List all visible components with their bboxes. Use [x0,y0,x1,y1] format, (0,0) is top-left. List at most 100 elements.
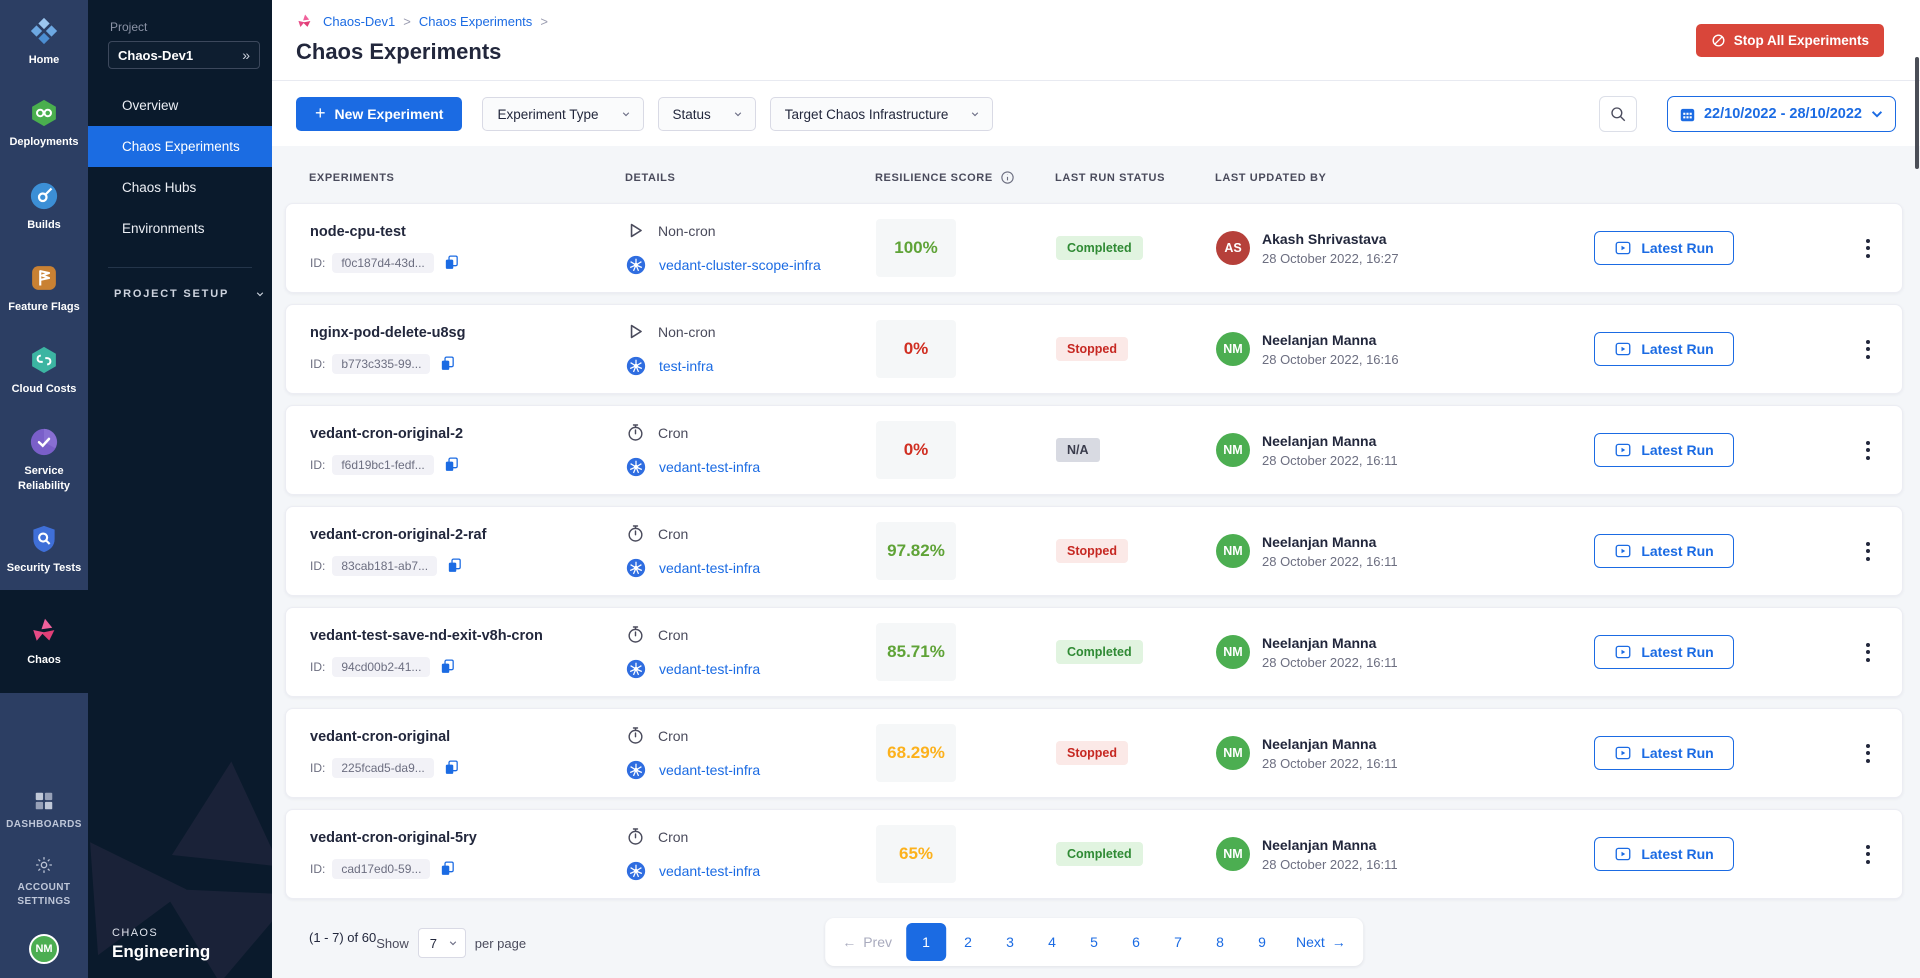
latest-run-button[interactable]: Latest Run [1594,736,1734,770]
sidebar-item-label: ACCOUNT SETTINGS [2,881,86,908]
details-cell: Non-cron test-infra [626,322,876,376]
kebab-menu-icon[interactable] [1860,637,1876,668]
sidebar-item-chaos[interactable]: Chaos [0,590,88,692]
copy-icon[interactable] [439,355,456,372]
page-button-3[interactable]: 3 [990,923,1030,961]
sidebar-item-security-tests[interactable]: Security Tests [0,508,88,590]
page-button-4[interactable]: 4 [1032,923,1072,961]
copy-icon[interactable] [439,860,456,877]
sidebar-item-label: Home [29,53,60,67]
date-range-picker[interactable]: 22/10/2022 - 28/10/2022 [1667,96,1896,132]
stop-all-experiments-button[interactable]: Stop All Experiments [1696,24,1884,57]
new-experiment-button[interactable]: + New Experiment [296,97,462,131]
chaos-icon [29,616,59,646]
project-setup-label: PROJECT SETUP [114,288,229,300]
breadcrumb-page[interactable]: Chaos Experiments [419,14,532,29]
page-button-1[interactable]: 1 [906,923,946,961]
sidebar-item-feature-flags[interactable]: Feature Flags [0,247,88,329]
sidebar-item-home[interactable]: Home [0,0,88,82]
copy-icon[interactable] [446,557,463,574]
experiment-name[interactable]: vedant-cron-original [310,729,626,745]
filter-experiment-type[interactable]: Experiment Type [482,97,643,131]
page-button-5[interactable]: 5 [1074,923,1114,961]
nav-item-chaos-hubs[interactable]: Chaos Hubs [88,167,272,208]
page-size-select[interactable]: 7 [418,928,466,958]
kebab-menu-icon[interactable] [1860,233,1876,264]
copy-icon[interactable] [443,759,460,776]
experiment-name[interactable]: vedant-cron-original-2-raf [310,527,626,543]
experiments-list-area: EXPERIMENTS DETAILS RESILIENCE SCORE LAS… [272,146,1920,978]
kebab-menu-icon[interactable] [1860,536,1876,567]
experiment-name[interactable]: vedant-cron-original-2 [310,426,626,442]
infrastructure-link[interactable]: vedant-test-infra [659,863,760,879]
updated-at-timestamp: 28 October 2022, 16:11 [1262,756,1398,771]
table-row: nginx-pod-delete-u8sg ID: b773c335-99...… [285,304,1903,394]
page-button-8[interactable]: 8 [1200,923,1240,961]
experiment-name[interactable]: vedant-cron-original-5ry [310,830,626,846]
updated-by-cell: NM Neelanjan Manna 28 October 2022, 16:1… [1216,332,1594,367]
nav-item-chaos-experiments[interactable]: Chaos Experiments [88,126,272,167]
info-icon[interactable] [1000,170,1015,185]
kebab-menu-icon[interactable] [1860,334,1876,365]
experiment-name[interactable]: vedant-test-save-nd-exit-v8h-cron [310,628,626,644]
sidebar-item-service-reliability[interactable]: Service Reliability [0,411,88,508]
infrastructure-link[interactable]: vedant-test-infra [659,762,760,778]
sidebar-item-builds[interactable]: Builds [0,165,88,247]
nav-item-environments[interactable]: Environments [88,208,272,249]
last-run-status-badge: Completed [1056,842,1143,866]
sidebar-item-deployments[interactable]: Deployments [0,82,88,164]
last-run-status-badge: Completed [1056,236,1143,260]
experiment-name[interactable]: nginx-pod-delete-u8sg [310,325,626,341]
expand-project-icon[interactable]: » [242,47,250,63]
page-button-7[interactable]: 7 [1158,923,1198,961]
infrastructure-link[interactable]: vedant-test-infra [659,459,760,475]
user-avatar[interactable]: NM [29,934,59,964]
nav-item-overview[interactable]: Overview [88,85,272,126]
experiment-id-value: 225fcad5-da9... [332,758,433,778]
resilience-score-cell: 85.71% [876,623,1056,681]
latest-run-button[interactable]: Latest Run [1594,635,1734,669]
latest-run-button[interactable]: Latest Run [1594,837,1734,871]
copy-icon[interactable] [443,254,460,271]
latest-run-button[interactable]: Latest Run [1594,433,1734,467]
resilience-score-cell: 97.82% [876,522,1056,580]
sidebar-item-cloud-costs[interactable]: Cloud Costs [0,329,88,411]
page-button-9[interactable]: 9 [1242,923,1282,961]
kebab-menu-icon[interactable] [1860,435,1876,466]
pagination-bar: (1 - 7) of 60 ← Prev 123456789 Next → Sh… [285,916,1903,978]
prev-page-button[interactable]: ← Prev [830,923,904,961]
page-button-6[interactable]: 6 [1116,923,1156,961]
project-setup-toggle[interactable]: PROJECT SETUP [88,268,272,300]
infrastructure-link[interactable]: test-infra [659,358,713,374]
latest-run-button[interactable]: Latest Run [1594,231,1734,265]
updated-at-timestamp: 28 October 2022, 16:11 [1262,857,1398,872]
resilience-score-box: 65% [876,825,956,883]
infrastructure-link[interactable]: vedant-test-infra [659,661,760,677]
sidebar-item-account-settings[interactable]: ACCOUNT SETTINGS [0,843,88,920]
sidebar-item-dashboards[interactable]: DASHBOARDS [4,778,84,844]
search-button[interactable] [1599,96,1637,132]
filter-status[interactable]: Status [658,97,756,131]
updated-by-cell: NM Neelanjan Manna 28 October 2022, 16:1… [1216,635,1594,670]
experiment-id-label: ID: [310,357,325,371]
resilience-score-box: 68.29% [876,724,956,782]
copy-icon[interactable] [443,456,460,473]
latest-run-button[interactable]: Latest Run [1594,534,1734,568]
infrastructure-link[interactable]: vedant-test-infra [659,560,760,576]
page-button-2[interactable]: 2 [948,923,988,961]
experiment-id-value: cad17ed0-59... [332,859,430,879]
latest-run-button[interactable]: Latest Run [1594,332,1734,366]
breadcrumb-project[interactable]: Chaos-Dev1 [323,14,395,29]
experiment-name[interactable]: node-cpu-test [310,224,626,240]
avatar: AS [1216,231,1250,265]
resilience-score-value: 0% [904,440,929,460]
infrastructure-link[interactable]: vedant-cluster-scope-infra [659,257,821,273]
vertical-scrollbar[interactable] [1915,57,1919,169]
kebab-menu-icon[interactable] [1860,738,1876,769]
kebab-menu-icon[interactable] [1860,839,1876,870]
avatar: NM [1216,433,1250,467]
copy-icon[interactable] [439,658,456,675]
filter-target-chaos-infrastructure[interactable]: Target Chaos Infrastructure [770,97,994,131]
next-page-button[interactable]: Next → [1284,923,1358,961]
project-selector[interactable]: Chaos-Dev1 » [108,41,260,69]
